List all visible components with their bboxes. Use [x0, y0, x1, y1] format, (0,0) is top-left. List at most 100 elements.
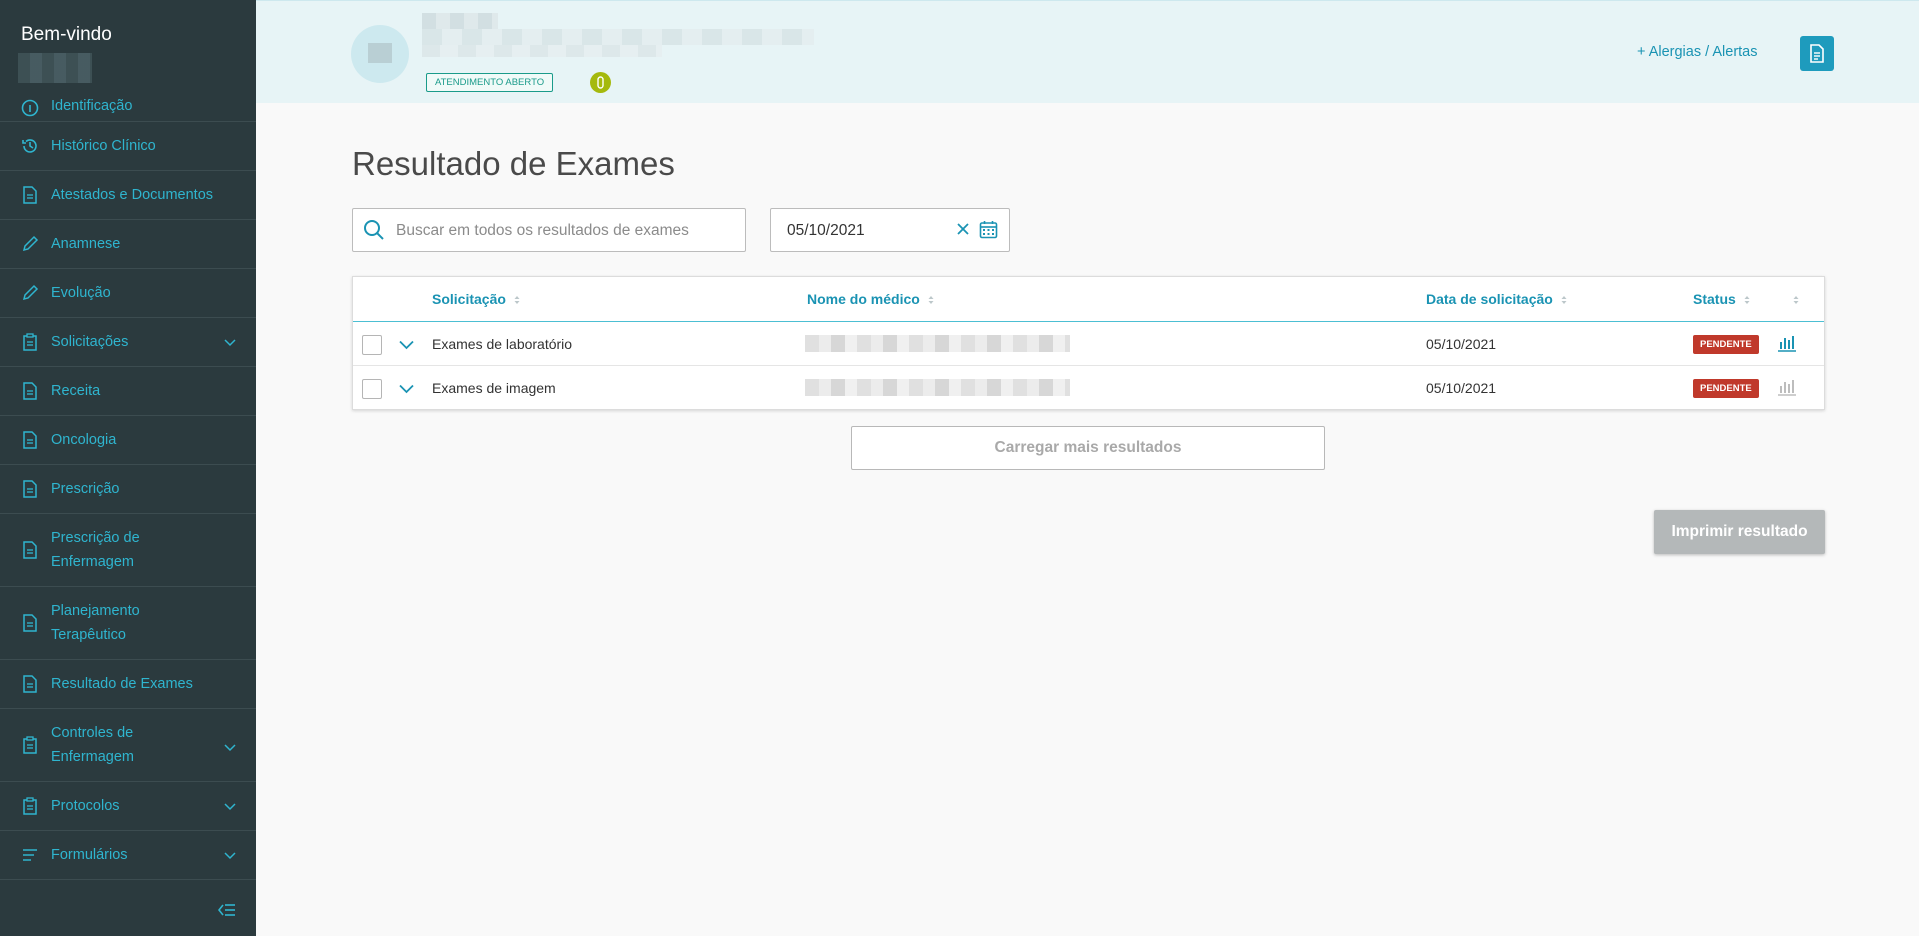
sidebar-item-controles-enfermagem[interactable]: Controles de Enfermagem — [0, 709, 256, 782]
document-button[interactable] — [1800, 36, 1834, 71]
avatar-initials-blurred — [368, 43, 392, 63]
cell-data: 05/10/2021 — [1426, 336, 1497, 352]
document-icon — [20, 674, 40, 694]
user-name-blurred — [18, 53, 92, 83]
sidebar-item-label: Histórico Clínico — [51, 138, 156, 154]
clipboard-icon — [20, 735, 40, 755]
row-checkbox[interactable] — [362, 379, 382, 399]
label-line-1: Controles de — [51, 725, 134, 741]
label-line-2: Enfermagem — [51, 749, 135, 765]
patient-header: ATENDIMENTO ABERTO + Alergias / Alertas — [256, 0, 1919, 103]
table-row: Exames de laboratório 05/10/2021 PENDENT… — [353, 322, 1824, 366]
sidebar-item-receita[interactable]: Receita — [0, 367, 256, 416]
patient-name-blurred — [422, 13, 498, 29]
column-header-sort-extra[interactable] — [1785, 291, 1799, 308]
expand-row-icon[interactable] — [399, 337, 414, 355]
sidebar-item-label: Prescrição — [51, 481, 120, 497]
table-row: Exames de imagem 05/10/2021 PENDENTE — [353, 366, 1824, 410]
sidebar-item-prescricao-enfermagem[interactable]: Prescrição de Enfermagem — [0, 514, 256, 587]
column-label: Solicitação — [432, 291, 506, 307]
sidebar-item-formularios[interactable]: Formulários — [0, 831, 256, 880]
column-header-medico[interactable]: Nome do médico — [807, 291, 934, 308]
allergies-alerts-link[interactable]: + Alergias / Alertas — [1637, 44, 1758, 60]
sidebar-item-label: Receita — [51, 383, 101, 399]
status-badge: PENDENTE — [1693, 335, 1759, 354]
sidebar-item-label: Atestados e Documentos — [51, 187, 214, 203]
sidebar-item-label: Solicitações — [51, 334, 129, 350]
label-line-2: Enfermagem — [51, 554, 135, 570]
cell-solicitacao: Exames de laboratório — [432, 336, 573, 352]
chevron-down-icon — [224, 335, 236, 353]
sidebar-item-planejamento[interactable]: Planejamento Terapêutico — [0, 587, 256, 660]
label-line-2: Terapêutico — [51, 627, 126, 643]
cell-solicitacao: Exames de imagem — [432, 380, 556, 396]
patient-details-blurred — [422, 45, 662, 57]
chevron-down-icon — [224, 848, 236, 866]
sidebar-item-label: Resultado de Exames — [51, 676, 193, 692]
pencil-icon — [20, 234, 40, 254]
calendar-icon[interactable] — [979, 220, 998, 244]
collapse-sidebar-icon[interactable] — [217, 903, 236, 922]
sidebar-item-resultado-exames[interactable]: Resultado de Exames — [0, 660, 256, 709]
sort-icon — [1744, 292, 1750, 308]
document-icon — [20, 613, 40, 633]
sidebar-item-oncologia[interactable]: Oncologia — [0, 416, 256, 465]
document-icon — [20, 430, 40, 450]
row-checkbox[interactable] — [362, 335, 382, 355]
alert-indicator[interactable] — [590, 72, 611, 93]
sidebar: Identificação Histórico Clínico Atestado… — [0, 0, 256, 936]
sidebar-item-label: Prescrição de Enfermagem — [51, 526, 140, 574]
search-field[interactable] — [352, 208, 746, 252]
date-filter[interactable]: 05/10/2021 — [770, 208, 1010, 252]
clipboard-icon — [20, 796, 40, 816]
sidebar-item-protocolos[interactable]: Protocolos — [0, 782, 256, 831]
results-table: Solicitação Nome do médico Data de solic… — [352, 276, 1825, 410]
welcome-text: Bem-vindo — [21, 24, 112, 45]
sidebar-item-atestados[interactable]: Atestados e Documentos — [0, 171, 256, 220]
date-value[interactable]: 05/10/2021 — [787, 222, 865, 240]
column-header-data[interactable]: Data de solicitação — [1426, 291, 1567, 308]
history-icon — [20, 136, 40, 156]
search-input[interactable] — [396, 220, 736, 242]
document-icon — [20, 540, 40, 560]
label-line-1: Prescrição de — [51, 530, 140, 546]
pencil-icon — [20, 283, 40, 303]
status-badge: ATENDIMENTO ABERTO — [426, 73, 554, 92]
sidebar-item-solicitacoes[interactable]: Solicitações — [0, 318, 256, 367]
sort-icon — [1561, 292, 1567, 308]
column-header-status[interactable]: Status — [1693, 291, 1750, 308]
document-icon — [20, 479, 40, 499]
search-icon — [363, 219, 385, 246]
clear-date-icon[interactable] — [956, 222, 970, 241]
column-label: Data de solicitação — [1426, 291, 1553, 307]
sidebar-nav: Identificação Histórico Clínico Atestado… — [0, 82, 256, 880]
chart-icon[interactable] — [1777, 334, 1797, 357]
sidebar-item-label: Formulários — [51, 847, 128, 863]
cell-data: 05/10/2021 — [1426, 380, 1497, 396]
sort-icon — [1793, 292, 1799, 308]
sidebar-item-label: Evolução — [51, 285, 111, 301]
chevron-down-icon — [224, 738, 236, 762]
expand-row-icon[interactable] — [399, 381, 414, 399]
sidebar-item-prescricao[interactable]: Prescrição — [0, 465, 256, 514]
document-icon — [1810, 44, 1824, 63]
column-header-solicitacao[interactable]: Solicitação — [432, 291, 520, 308]
sidebar-item-historico[interactable]: Histórico Clínico — [0, 122, 256, 171]
page-title: Resultado de Exames — [352, 145, 675, 182]
document-icon — [20, 381, 40, 401]
column-label: Status — [1693, 291, 1736, 307]
load-more-button[interactable]: Carregar mais resultados — [851, 426, 1325, 470]
clipboard-icon — [20, 332, 40, 352]
sidebar-header: Bem-vindo — [0, 0, 256, 98]
doctor-name-blurred — [805, 335, 1070, 352]
print-results-button[interactable]: Imprimir resultado — [1654, 510, 1825, 554]
sidebar-item-label: Identificação — [51, 98, 133, 114]
sort-icon — [514, 292, 520, 308]
sidebar-item-label: Oncologia — [51, 432, 117, 448]
sidebar-item-label: Controles de Enfermagem — [51, 721, 134, 769]
document-icon — [20, 185, 40, 205]
sidebar-item-anamnese[interactable]: Anamnese — [0, 220, 256, 269]
alert-icon — [597, 76, 604, 89]
table-header: Solicitação Nome do médico Data de solic… — [353, 277, 1824, 322]
sidebar-item-evolucao[interactable]: Evolução — [0, 269, 256, 318]
